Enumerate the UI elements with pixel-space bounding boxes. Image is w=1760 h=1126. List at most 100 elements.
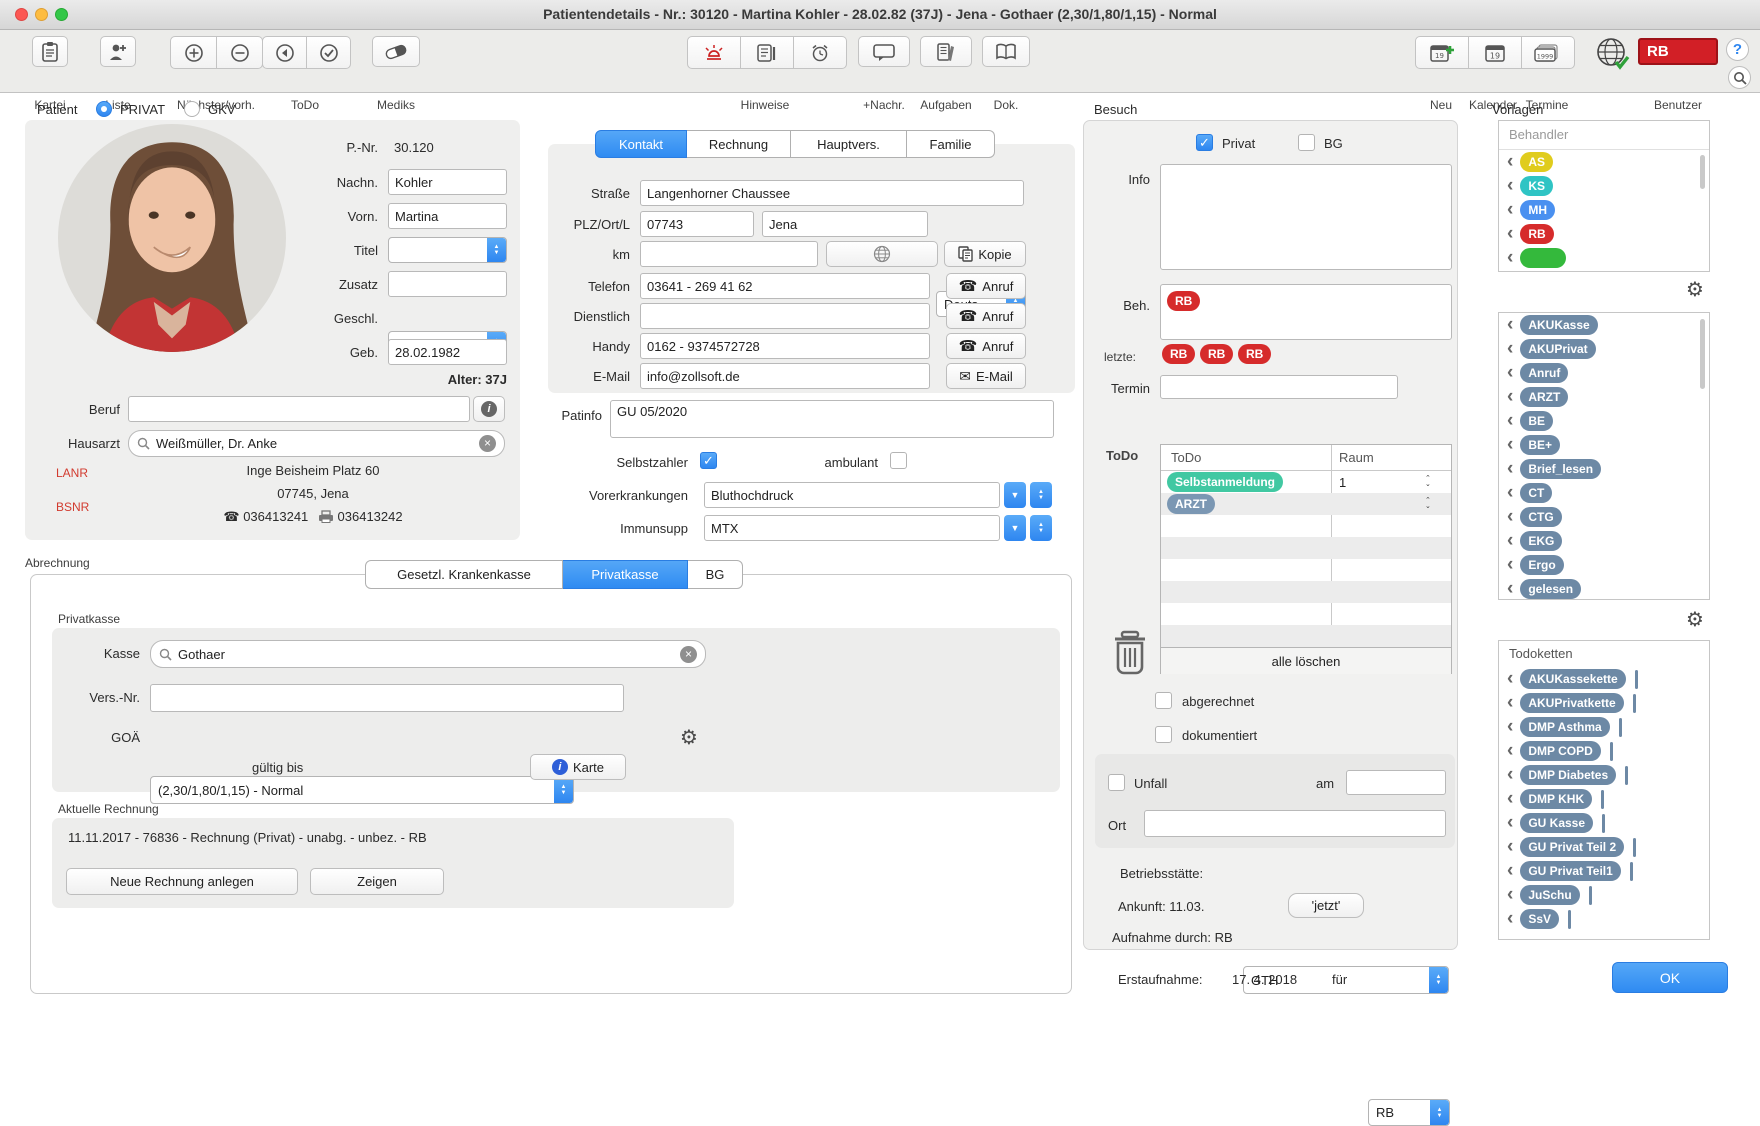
todokette-item[interactable]: ‹DMP KHK [1499, 787, 1709, 811]
online-status-button[interactable] [1594, 36, 1632, 77]
chevron-left-icon[interactable]: ‹ [1507, 507, 1513, 527]
besuch-privat-checkbox[interactable]: ✓ [1196, 134, 1213, 151]
naechster-button[interactable] [170, 36, 217, 69]
mediks-button[interactable] [372, 36, 420, 67]
todokette-badge[interactable]: GU Privat Teil1 [1520, 861, 1620, 881]
vorname-field[interactable]: Martina [388, 203, 507, 229]
rechnung-row[interactable]: 11.11.2017 - 76836 - Rechnung (Privat) -… [68, 830, 427, 845]
kartei-button[interactable] [32, 36, 68, 67]
ambulant-checkbox[interactable] [890, 452, 907, 469]
kopie-button[interactable]: Kopie [944, 241, 1026, 267]
chevron-left-icon[interactable]: ‹ [1507, 861, 1513, 881]
jetzt-button[interactable]: 'jetzt' [1288, 893, 1364, 918]
vorlage-item[interactable]: ‹Ergo [1499, 553, 1709, 577]
email-field[interactable]: info@zollsoft.de [640, 363, 930, 389]
kasse-search-field[interactable]: Gothaer × [150, 640, 706, 668]
neue-rechnung-button[interactable]: Neue Rechnung anlegen [66, 868, 298, 895]
todokette-item[interactable]: ‹JuSchu [1499, 883, 1709, 907]
geburtsdatum-field[interactable]: 28.02.1982 [388, 339, 507, 365]
chevron-left-icon[interactable]: ‹ [1507, 224, 1513, 244]
vorlage-badge[interactable]: AKUPrivat [1520, 339, 1595, 359]
vorlage-badge[interactable]: ARZT [1520, 387, 1568, 407]
todo-row-4[interactable] [1161, 537, 1451, 559]
todo-row-1-raum[interactable]: 1 [1339, 475, 1346, 490]
ort-field[interactable]: Jena [762, 211, 928, 237]
todokette-item[interactable]: ‹DMP Asthma [1499, 715, 1709, 739]
patinfo-field[interactable]: GU 05/2020 [610, 400, 1054, 438]
vorlage-badge[interactable]: Ergo [1520, 555, 1563, 575]
todokette-badge[interactable]: GU Kasse [1520, 813, 1593, 833]
todokette-item[interactable]: ‹DMP Diabetes [1499, 763, 1709, 787]
todokette-badge[interactable]: AKUPrivatkette [1520, 693, 1623, 713]
vorlage-badge[interactable]: CT [1520, 483, 1552, 503]
tab-rechnung[interactable]: Rechnung [687, 130, 791, 158]
todokette-badge[interactable]: DMP Asthma [1520, 717, 1609, 737]
hausarzt-clear-icon[interactable]: × [479, 435, 496, 452]
chevron-left-icon[interactable]: ‹ [1507, 315, 1513, 335]
todokette-badge[interactable]: JuSchu [1520, 885, 1579, 905]
karte-button[interactable]: i Karte [530, 754, 626, 780]
chevron-left-icon[interactable]: ‹ [1507, 339, 1513, 359]
todokette-badge[interactable]: GU Privat Teil 2 [1520, 837, 1624, 857]
behandler-item-rb[interactable]: ‹ RB [1499, 222, 1709, 246]
tab-hauptvers[interactable]: Hauptvers. [791, 130, 907, 158]
todokette-item[interactable]: ‹AKUPrivatkette [1499, 691, 1709, 715]
behandler-item-ks[interactable]: ‹ KS [1499, 174, 1709, 198]
chevron-left-icon[interactable]: ‹ [1507, 176, 1513, 196]
chevron-left-icon[interactable]: ‹ [1507, 435, 1513, 455]
vorlage-item[interactable]: ‹Anruf [1499, 361, 1709, 385]
route-button[interactable] [826, 241, 938, 267]
dienstlich-field[interactable] [640, 303, 930, 329]
chevron-left-icon[interactable]: ‹ [1507, 531, 1513, 551]
besuch-info-textarea[interactable] [1160, 164, 1452, 270]
chevron-left-icon[interactable]: ‹ [1507, 248, 1513, 268]
behandler-field[interactable]: RB [1160, 284, 1452, 340]
versnr-field[interactable] [150, 684, 624, 712]
tab-bg[interactable]: BG [688, 560, 743, 589]
besuch-bg-checkbox[interactable] [1298, 134, 1315, 151]
liste-button[interactable] [100, 36, 136, 67]
vorlage-item[interactable]: ‹ARZT [1499, 385, 1709, 409]
hinweise-wecker-button[interactable] [794, 36, 847, 69]
todokette-item[interactable]: ‹SsV [1499, 907, 1709, 931]
chevron-left-icon[interactable]: ‹ [1507, 789, 1513, 809]
todo-row-2-stepper-icon[interactable]: ⌃⌄ [1425, 498, 1431, 510]
selbstzahler-checkbox[interactable]: ✓ [700, 452, 717, 469]
todokette-badge[interactable]: SsV [1520, 909, 1559, 929]
chevron-left-icon[interactable]: ‹ [1507, 152, 1513, 172]
behandler-badge-rb[interactable]: RB [1520, 224, 1553, 244]
kasse-clear-icon[interactable]: × [680, 646, 697, 663]
todo-row-2[interactable]: ARZT ⌃⌄ [1161, 493, 1451, 515]
unfall-am-field[interactable] [1346, 770, 1446, 795]
vorlagen-gear-icon[interactable]: ⚙ [1686, 610, 1704, 630]
chevron-left-icon[interactable]: ‹ [1507, 669, 1513, 689]
chevron-left-icon[interactable]: ‹ [1507, 741, 1513, 761]
vorlage-badge[interactable]: Anruf [1520, 363, 1568, 383]
chevron-left-icon[interactable]: ‹ [1507, 765, 1513, 785]
chevron-left-icon[interactable]: ‹ [1507, 459, 1513, 479]
vorlage-item[interactable]: ‹EKG [1499, 529, 1709, 553]
gkv-radio[interactable] [184, 101, 200, 117]
behandler-item-as[interactable]: ‹AS [1499, 150, 1709, 174]
tab-gesetzl-krankenkasse[interactable]: Gesetzl. Krankenkasse [365, 560, 563, 589]
behandler-scrollbar[interactable] [1700, 155, 1705, 189]
alle-loeschen-button[interactable]: alle löschen [1161, 647, 1451, 674]
vorerkrankungen-dropdown-icon[interactable]: ▼ [1004, 482, 1026, 508]
vorlage-item[interactable]: ‹BE+ [1499, 433, 1709, 457]
chevron-left-icon[interactable]: ‹ [1507, 200, 1513, 220]
behandler-badge-partial[interactable] [1520, 248, 1566, 268]
todo-row-2-badge[interactable]: ARZT [1167, 494, 1215, 514]
privat-radio[interactable] [96, 101, 112, 117]
patient-photo[interactable] [58, 124, 286, 352]
raum-column-header[interactable]: Raum [1339, 450, 1374, 465]
unfall-ort-field[interactable] [1144, 810, 1446, 837]
help-button[interactable]: ? [1726, 38, 1749, 61]
tab-familie[interactable]: Familie [907, 130, 995, 158]
vorlage-item[interactable]: ‹BE [1499, 409, 1709, 433]
immunsupp-field[interactable]: MTX [704, 515, 1000, 541]
unfall-checkbox[interactable] [1108, 774, 1125, 791]
chevron-left-icon[interactable]: ‹ [1507, 813, 1513, 833]
todokette-badge[interactable]: AKUKassekette [1520, 669, 1625, 689]
termin-field[interactable] [1160, 375, 1398, 399]
behandler-badge-ks[interactable]: KS [1520, 176, 1553, 196]
